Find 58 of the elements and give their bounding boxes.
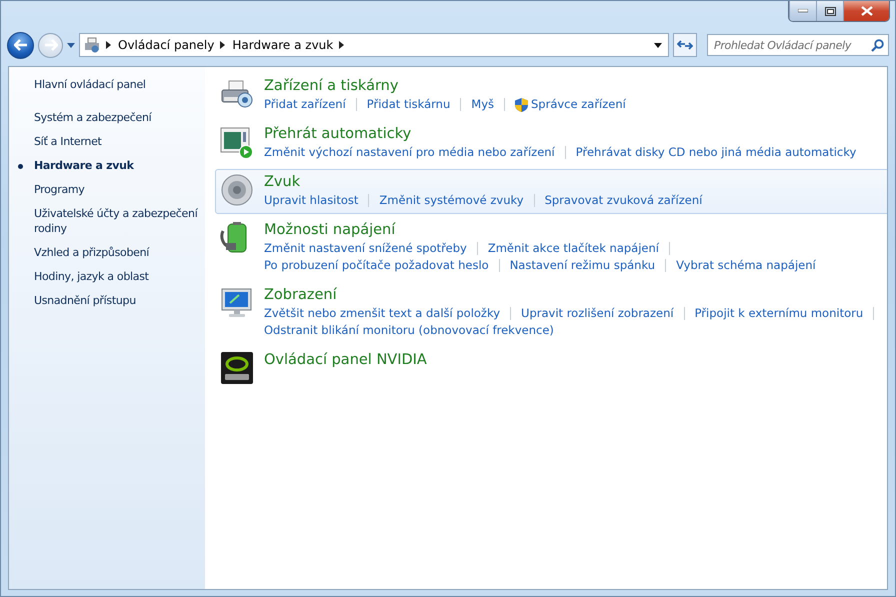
back-button[interactable] bbox=[7, 32, 34, 58]
sidebar-link[interactable]: Hlavní ovládací panel bbox=[9, 75, 205, 94]
task-link[interactable]: Správce zařízení bbox=[515, 96, 626, 113]
task-link[interactable]: Změnit nastavení snížené spotřeby bbox=[264, 240, 467, 257]
search-field[interactable]: Prohledat Ovládací panely bbox=[707, 34, 889, 56]
sidebar-link[interactable]: Systém a zabezpečení bbox=[9, 108, 205, 127]
graphics-card-icon bbox=[220, 351, 254, 385]
refresh-button[interactable] bbox=[673, 33, 697, 57]
category-title[interactable]: Přehrát automaticky bbox=[264, 125, 856, 144]
breadcrumb[interactable]: Ovládací panely bbox=[118, 38, 214, 52]
sidebar-link[interactable]: Programy bbox=[9, 180, 205, 199]
dropdown-icon[interactable] bbox=[654, 42, 662, 48]
maximize-icon bbox=[824, 6, 836, 16]
monitor-icon bbox=[220, 286, 254, 320]
category-title[interactable]: Zvuk bbox=[264, 173, 702, 192]
refresh-icon bbox=[677, 39, 693, 51]
task-link[interactable]: Vybrat schéma napájení bbox=[676, 257, 816, 274]
task-link[interactable]: Zvětšit nebo zmenšit text a další položky bbox=[264, 305, 500, 322]
category-title[interactable]: Možnosti napájení bbox=[264, 221, 816, 240]
breadcrumb[interactable]: Hardware a zvuk bbox=[232, 38, 334, 52]
task-link[interactable]: Odstranit blikání monitoru (obnovovací frekvence) bbox=[264, 322, 554, 339]
sidebar-link[interactable]: Usnadnění přístupu bbox=[9, 291, 205, 310]
task-link[interactable]: Změnit akce tlačítek napájení bbox=[488, 240, 659, 257]
task-link[interactable]: Přidat tiskárnu bbox=[366, 96, 450, 113]
address-bar[interactable]: Ovládací panely Hardware a zvuk bbox=[79, 33, 669, 57]
maximize-button[interactable] bbox=[816, 1, 843, 21]
history-dropdown-icon[interactable] bbox=[67, 42, 75, 48]
chevron-icon bbox=[106, 41, 112, 49]
category-title[interactable]: Zobrazení bbox=[264, 286, 884, 305]
chevron-icon bbox=[220, 41, 226, 49]
task-link[interactable]: Přidat zařízení bbox=[264, 96, 346, 113]
task-link[interactable]: Spravovat zvuková zařízení bbox=[544, 192, 702, 209]
sidebar-link[interactable]: Hodiny, jazyk a oblast bbox=[9, 267, 205, 286]
task-link[interactable]: Upravit rozlišení zobrazení bbox=[521, 305, 674, 322]
task-link[interactable]: Upravit hlasitost bbox=[264, 192, 358, 209]
task-link[interactable]: Změnit výchozí nastavení pro média nebo zařízení bbox=[264, 144, 555, 161]
chevron-icon bbox=[339, 41, 346, 49]
task-link[interactable]: Nastavení režimu spánku bbox=[510, 257, 656, 274]
task-link[interactable]: Myš bbox=[471, 96, 494, 113]
autoplay-icon bbox=[220, 125, 254, 159]
task-link[interactable]: Změnit systémové zvuky bbox=[379, 192, 524, 209]
forward-arrow-icon bbox=[44, 39, 58, 51]
sidebar-link[interactable]: Hardware a zvuk bbox=[9, 156, 205, 175]
printer-icon bbox=[84, 37, 100, 53]
search-icon bbox=[871, 38, 884, 52]
speaker-icon bbox=[220, 173, 254, 207]
category-title[interactable]: Ovládací panel NVIDIA bbox=[264, 351, 427, 370]
close-button[interactable] bbox=[843, 1, 889, 21]
task-link[interactable]: Po probuzení počítače požadovat heslo bbox=[264, 257, 489, 274]
close-icon bbox=[860, 6, 872, 16]
sidebar-link[interactable]: Uživatelské účty a zabezpečení rodiny bbox=[9, 204, 205, 238]
minimize-icon bbox=[798, 9, 808, 13]
task-link[interactable]: Přehrávat disky CD nebo jiná média automaticky bbox=[576, 144, 856, 161]
back-arrow-icon bbox=[14, 39, 28, 51]
category-title[interactable]: Zařízení a tiskárny bbox=[264, 77, 626, 96]
sidebar-link[interactable]: Síť a Internet bbox=[9, 132, 205, 151]
task-link[interactable]: Připojit k externímu monitoru bbox=[694, 305, 864, 322]
sidebar-link[interactable]: Vzhled a přizpůsobení bbox=[9, 243, 205, 262]
